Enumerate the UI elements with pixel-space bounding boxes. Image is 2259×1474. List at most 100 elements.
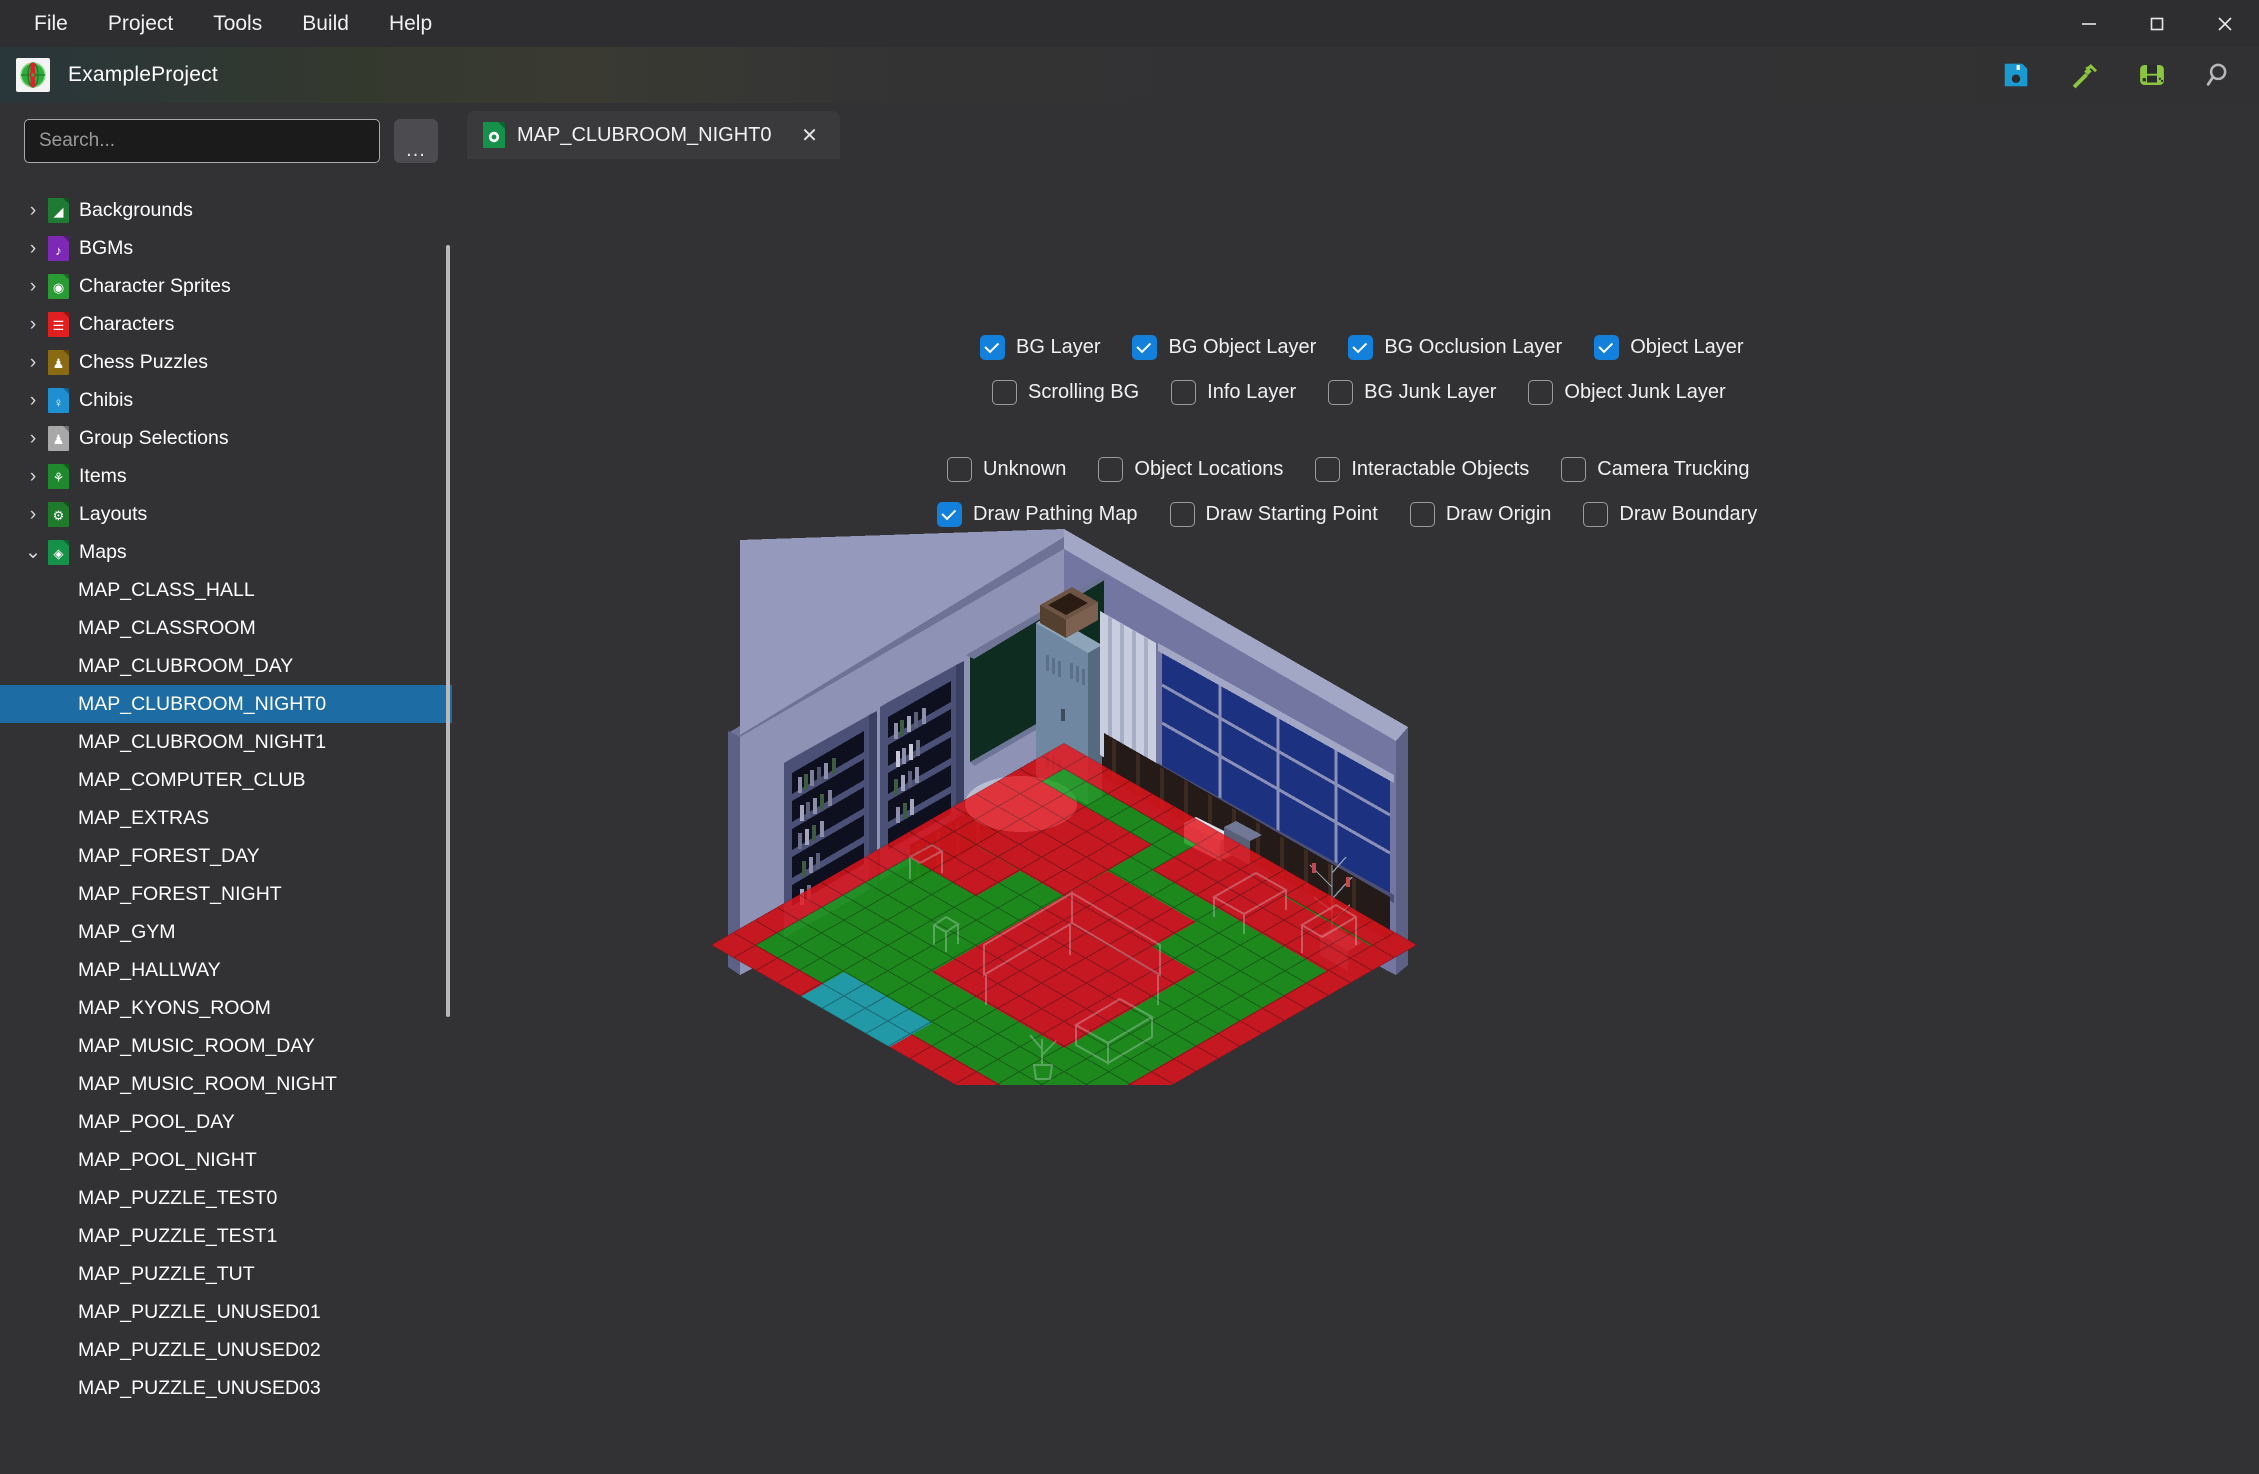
option-row-extra-layers: Scrolling BG Info Layer BG Junk Layer Objec… [452, 380, 2259, 405]
run-handheld-icon[interactable] [2131, 54, 2173, 96]
tree-item-map_clubroom_day[interactable]: MAP_CLUBROOM_DAY [0, 647, 452, 685]
tree-item-label: MAP_CLUBROOM_NIGHT1 [78, 730, 327, 753]
tree-item-map_puzzle_test1[interactable]: MAP_PUZZLE_TEST1 [0, 1217, 452, 1255]
chevron-right-icon[interactable]: › [22, 503, 44, 525]
tree-item-map_forest_night[interactable]: MAP_FOREST_NIGHT [0, 875, 452, 913]
tree-item-map_puzzle_test0[interactable]: MAP_PUZZLE_TEST0 [0, 1179, 452, 1217]
menu-build[interactable]: Build [282, 6, 369, 42]
tree-item-map_clubroom_night1[interactable]: MAP_CLUBROOM_NIGHT1 [0, 723, 452, 761]
chevron-down-icon[interactable]: ⌄ [22, 541, 44, 563]
save-icon[interactable] [1995, 54, 2037, 96]
tree-group-character-sprites[interactable]: › ◉ Character Sprites [0, 267, 452, 305]
asset-file-icon: ♪ [48, 235, 69, 261]
minimize-icon[interactable] [2055, 0, 2123, 47]
checkbox-unknown[interactable]: Unknown [947, 457, 1066, 482]
checkbox-unchecked-icon[interactable] [947, 457, 972, 482]
checkbox-object-locations[interactable]: Object Locations [1098, 457, 1283, 482]
checkbox-unchecked-icon[interactable] [1171, 380, 1197, 405]
tree-group-label: Chess Puzzles [79, 350, 208, 373]
tree-item-map_puzzle_unused02[interactable]: MAP_PUZZLE_UNUSED02 [0, 1331, 452, 1369]
checkbox-checked-icon[interactable] [980, 335, 1005, 360]
search-input[interactable] [39, 130, 365, 152]
tree-item-map_hallway[interactable]: MAP_HALLWAY [0, 951, 452, 989]
tree-group-backgrounds[interactable]: › ◢ Backgrounds [0, 191, 452, 229]
tree-group-items[interactable]: › ⚘ Items [0, 457, 452, 495]
tree-item-map_puzzle_unused03[interactable]: MAP_PUZZLE_UNUSED03 [0, 1369, 452, 1407]
checkbox-label: BG Layer [1016, 336, 1101, 358]
checkbox-interactable-objects[interactable]: Interactable Objects [1315, 457, 1529, 482]
chevron-right-icon[interactable]: › [22, 351, 44, 373]
isometric-map-preview[interactable] [452, 483, 2259, 1474]
chevron-right-icon[interactable]: › [22, 199, 44, 221]
project-logo-icon [16, 58, 50, 92]
tree-item-map_extras[interactable]: MAP_EXTRAS [0, 799, 452, 837]
checkbox-bg-occlusion-layer[interactable]: BG Occlusion Layer [1348, 335, 1562, 360]
checkbox-unchecked-icon[interactable] [1098, 457, 1124, 482]
checkbox-object-junk-layer[interactable]: Object Junk Layer [1528, 380, 1726, 405]
tree-group-characters[interactable]: › ☰ Characters [0, 305, 452, 343]
tree-item-map_gym[interactable]: MAP_GYM [0, 913, 452, 951]
tree-group-bgms[interactable]: › ♪ BGMs [0, 229, 452, 267]
checkbox-bg-layer[interactable]: BG Layer [980, 335, 1100, 360]
menu-help[interactable]: Help [369, 6, 452, 42]
checkbox-info-layer[interactable]: Info Layer [1171, 380, 1296, 405]
chevron-right-icon[interactable]: › [22, 427, 44, 449]
editor-panel: MAP_CLUBROOM_NIGHT0 ✕ BG Layer BG Object … [452, 103, 2259, 1474]
checkbox-bg-object-layer[interactable]: BG Object Layer [1132, 335, 1316, 360]
checkbox-unchecked-icon[interactable] [1528, 380, 1554, 405]
project-title: ExampleProject [68, 63, 218, 86]
checkbox-unchecked-icon[interactable] [1328, 380, 1354, 405]
checkbox-camera-trucking[interactable]: Camera Trucking [1561, 457, 1750, 482]
checkbox-label: BG Occlusion Layer [1384, 336, 1563, 358]
checkbox-object-layer[interactable]: Object Layer [1594, 335, 1744, 360]
tree-group-chibis[interactable]: › ♀ Chibis [0, 381, 452, 419]
tree-item-map_music_room_night[interactable]: MAP_MUSIC_ROOM_NIGHT [0, 1065, 452, 1103]
tree-item-map_computer_club[interactable]: MAP_COMPUTER_CLUB [0, 761, 452, 799]
checkbox-scrolling-bg[interactable]: Scrolling BG [992, 380, 1139, 405]
search-icon[interactable] [2199, 54, 2241, 96]
menu-tools[interactable]: Tools [193, 6, 282, 42]
checkbox-unchecked-icon[interactable] [1561, 457, 1587, 482]
tree-item-map_pool_night[interactable]: MAP_POOL_NIGHT [0, 1141, 452, 1179]
tree-group-chess-puzzles[interactable]: › ♟ Chess Puzzles [0, 343, 452, 381]
tree-item-map_clubroom_night0[interactable]: MAP_CLUBROOM_NIGHT0 [0, 685, 452, 723]
more-options-button[interactable]: ... [394, 119, 438, 163]
main-toolbar [1995, 47, 2241, 103]
tree-group-layouts[interactable]: › ⚙ Layouts [0, 495, 452, 533]
build-hammer-icon[interactable] [2063, 54, 2105, 96]
checkbox-checked-icon[interactable] [1594, 335, 1620, 360]
maximize-icon[interactable] [2123, 0, 2191, 47]
tab-map-clubroom-night0[interactable]: MAP_CLUBROOM_NIGHT0 ✕ [467, 111, 840, 159]
search-box[interactable] [24, 119, 380, 163]
asset-file-icon: ◢ [48, 197, 69, 223]
tree-scrollbar[interactable] [446, 245, 450, 1017]
tree-item-map_class_hall[interactable]: MAP_CLASS_HALL [0, 571, 452, 609]
tree-group-maps[interactable]: ⌄ ◈ Maps [0, 533, 452, 571]
chevron-right-icon[interactable]: › [22, 313, 44, 335]
checkbox-unchecked-icon[interactable] [992, 380, 1017, 405]
tree-item-label: MAP_FOREST_NIGHT [78, 882, 282, 905]
chevron-right-icon[interactable]: › [22, 389, 44, 411]
tree-item-map_kyons_room[interactable]: MAP_KYONS_ROOM [0, 989, 452, 1027]
tree-item-map_puzzle_unused01[interactable]: MAP_PUZZLE_UNUSED01 [0, 1293, 452, 1331]
tree-item-map_classroom[interactable]: MAP_CLASSROOM [0, 609, 452, 647]
tree-group-group-selections[interactable]: › ♟ Group Selections [0, 419, 452, 457]
chevron-right-icon[interactable]: › [22, 237, 44, 259]
checkbox-checked-icon[interactable] [1132, 335, 1158, 360]
checkbox-unchecked-icon[interactable] [1315, 457, 1341, 482]
asset-file-icon: ♀ [48, 387, 69, 413]
chevron-right-icon[interactable]: › [22, 465, 44, 487]
checkbox-bg-junk-layer[interactable]: BG Junk Layer [1328, 380, 1496, 405]
close-icon[interactable] [2191, 0, 2259, 47]
tab-close-icon[interactable]: ✕ [798, 123, 822, 147]
tree-item-map_forest_day[interactable]: MAP_FOREST_DAY [0, 837, 452, 875]
tree-item-map_puzzle_tut[interactable]: MAP_PUZZLE_TUT [0, 1255, 452, 1293]
tree-group-label: Maps [79, 540, 127, 563]
tree-item-map_pool_day[interactable]: MAP_POOL_DAY [0, 1103, 452, 1141]
checkbox-checked-icon[interactable] [1348, 335, 1374, 360]
menu-file[interactable]: File [14, 6, 88, 42]
tree-item-map_music_room_day[interactable]: MAP_MUSIC_ROOM_DAY [0, 1027, 452, 1065]
menu-project[interactable]: Project [88, 6, 193, 42]
chevron-right-icon[interactable]: › [22, 275, 44, 297]
checkbox-label: Camera Trucking [1597, 458, 1750, 480]
